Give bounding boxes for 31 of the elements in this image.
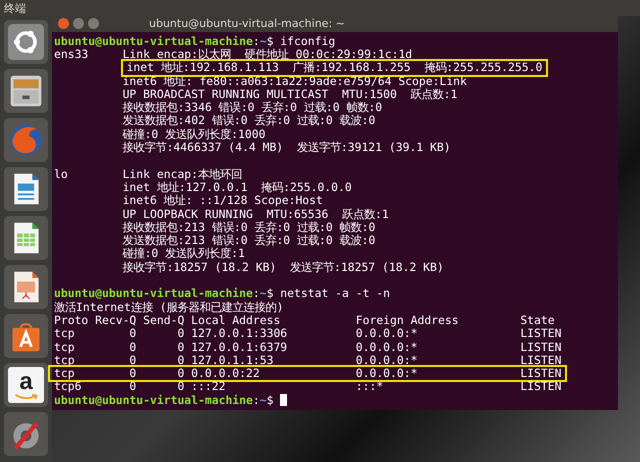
maximize-button[interactable] <box>88 18 99 30</box>
output-line: tcp 0 0 127.0.0.1:3306 0.0.0.0:* LISTEN <box>54 327 562 341</box>
output-line: inet 地址:192.168.1.113 广播:192.168.1.255 掩码:255.255.255.0 <box>122 61 546 75</box>
output-line: tcp 0 0 127.0.1.1:53 0.0.0.0:* LISTEN <box>54 354 562 368</box>
output-line: 激活Internet连接 (服务器和已建立连接的) <box>54 300 284 314</box>
output-line: ens33 Link encap:以太网 硬件地址 00:0c:29:99:1c:1d <box>54 48 412 61</box>
output-line: 发送数据包:213 错误:0 丢弃:0 过载:0 载波:0 <box>122 234 376 248</box>
output-line: UP LOOPBACK RUNNING MTU:65536 跃点数:1 <box>122 208 389 221</box>
close-button[interactable] <box>58 18 69 30</box>
output-line: inet 地址:127.0.0.1 掩码:255.0.0.0 <box>122 180 352 194</box>
app-title: 终端 <box>3 0 26 16</box>
output-line: inet6 地址: fe80::a063:1a22:9ade:e759/64 Scope:Link <box>122 74 467 88</box>
minimize-button[interactable] <box>73 18 84 30</box>
output-line: lo Link encap:本地环回 <box>54 168 242 181</box>
prompt-line: ubuntu@ubuntu-virtual-machine:~$ <box>54 394 274 407</box>
output-line: UP BROADCAST RUNNING MULTICAST MTU:1500 跃点数:1 <box>122 88 458 101</box>
output-line: tcp 0 0 127.0.0.1:6379 0.0.0.0:* LISTEN <box>54 340 562 354</box>
prompt-line: ubuntu@ubuntu-virtual-machine:~$ ifconfig <box>54 34 336 48</box>
window-title: ubuntu@ubuntu-virtual-machine: ~ <box>149 17 345 30</box>
output-line: 发送数据包:402 错误:0 丢弃:0 过载:0 载波:0 <box>122 114 376 128</box>
output-line: 接收数据包:3346 错误:0 丢弃:0 过载:0 帧数:0 <box>122 101 382 114</box>
output-line: 接收数据包:213 错误:0 丢弃:0 过载:0 帧数:0 <box>122 220 376 234</box>
prompt-line: ubuntu@ubuntu-virtual-machine:~$ netstat -a -t -n <box>54 287 390 301</box>
output-line: tcp 0 0 0.0.0.0:22 0.0.0.0:* LISTEN <box>50 367 566 380</box>
output-line: 接收字节:18257 (18.2 KB) 发送字节:18257 (18.2 KB) <box>122 260 444 274</box>
output-line: 碰撞:0 发送队列长度:1 <box>122 247 245 261</box>
output-line: inet6 地址: ::1/128 Scope:Host <box>122 194 323 208</box>
output-line: tcp6 0 0 :::22 :::* LISTEN <box>54 380 562 394</box>
output-line: 碰撞:0 发送队列长度:1000 <box>122 128 266 141</box>
output-line: 接收字节:4466337 (4.4 MB) 发送字节:39121 (39.1 KB) <box>122 141 451 154</box>
output-line: Proto Recv-Q Send-Q Local Address Foreign Address State <box>54 314 555 328</box>
